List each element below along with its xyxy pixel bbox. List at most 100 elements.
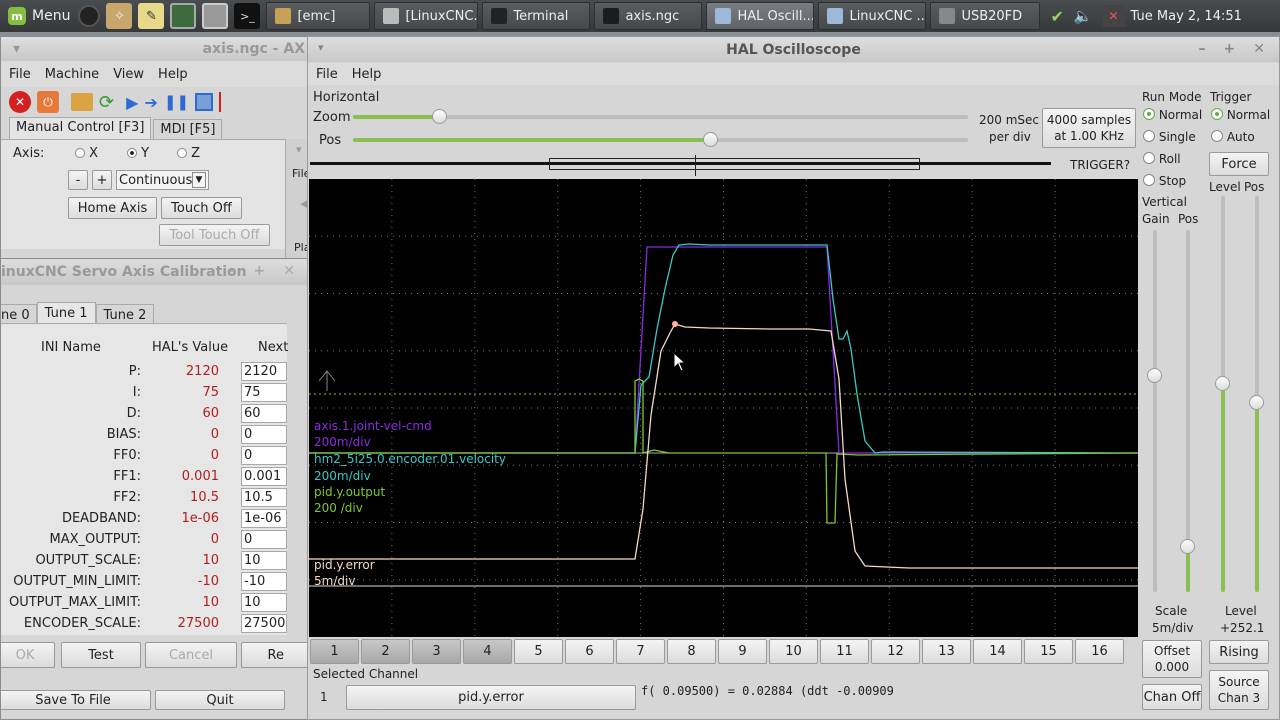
channel-button[interactable]: 14 [973,639,1022,664]
axis-menu-help[interactable]: Help [158,67,188,82]
next-value-input[interactable]: 75 [241,383,287,402]
horizontal-pos-slider[interactable] [353,132,968,147]
rising-button[interactable]: Rising [1209,640,1269,664]
home-axis-button[interactable]: Home Axis [68,197,157,219]
next-value-input[interactable]: 0.001 [241,467,287,486]
side-collapse-icon[interactable]: ▾ [296,143,302,156]
channel-button[interactable]: 4 [463,639,512,664]
scope-window-menu-icon[interactable]: ▾ [318,41,324,54]
next-value-input[interactable]: 0 [241,425,287,444]
zoom-slider-handle[interactable] [432,109,447,124]
tpos-slider-handle[interactable] [1249,395,1264,410]
trig-modes-option-normal[interactable]: Normal [1211,108,1270,122]
axis-window-menu-icon[interactable]: ▾ [13,41,20,57]
scope-display[interactable]: axis.1.joint-vel-cmd 200m/div hm2_5i25.0.e… [309,179,1138,637]
next-value-input[interactable]: 1e-06 [241,509,287,528]
calibration-titlebar[interactable]: inuxCNC Servo Axis Calibration – + ✕ [1,259,309,285]
touch-off-button[interactable]: Touch Off [161,197,242,219]
trig-modes-option-auto[interactable]: Auto [1211,130,1255,144]
ok-button[interactable]: OK [1,642,55,668]
open-file-icon[interactable] [71,93,93,111]
jog-minus-button[interactable]: - [68,170,88,190]
channel-button[interactable]: 6 [565,639,614,664]
tab-mdi[interactable]: MDI [F5] [153,119,223,139]
next-value-input[interactable]: 0 [241,446,287,465]
axis-titlebar[interactable]: ▾ axis.ngc - AX [1,37,309,61]
maximize-icon[interactable]: + [254,263,266,279]
clock[interactable]: Tue May 2, 14:51 [1131,9,1242,24]
pause-icon[interactable]: ❚❚ [164,93,189,111]
taskbar-task[interactable]: [LinuxCNC... [374,2,479,30]
scope-menu-file[interactable]: File [316,67,338,82]
next-value-input[interactable]: 10 [241,551,287,570]
axis-radio-x[interactable]: X [75,146,98,161]
jog-mode-select[interactable]: Continuous ▼ [116,170,209,190]
webcam-launcher-icon[interactable] [78,5,101,27]
taskbar-task[interactable]: [emc] [266,2,371,30]
channel-button[interactable]: 12 [871,639,920,664]
axis-menu-machine[interactable]: Machine [45,67,99,82]
trigger-level-slider[interactable] [1215,196,1230,592]
channel-button[interactable]: 11 [820,639,869,664]
gain-slider-handle[interactable] [1147,368,1162,383]
axis-menu-file[interactable]: File [9,67,31,82]
update-shield-icon[interactable]: ✔ [1050,7,1063,26]
scope-titlebar[interactable]: ▾ HAL Oscilloscope – + ✕ [308,37,1279,62]
vertical-pos-slider[interactable] [1180,230,1195,592]
channel-button[interactable]: 16 [1075,639,1124,664]
save-to-file-button[interactable]: Save To File [1,690,151,710]
axis-radio-z[interactable]: Z [177,146,200,161]
channel-button[interactable]: 15 [1024,639,1073,664]
channel-button[interactable]: 2 [361,639,410,664]
samples-button[interactable]: 4000 samples at 1.00 KHz [1042,108,1136,148]
text-editor-launcher-icon[interactable]: ✎ [138,3,165,29]
channel-button[interactable]: 10 [769,639,818,664]
step-icon[interactable]: ➔ [144,93,157,112]
zoom-slider[interactable] [353,109,968,124]
gimp-launcher-icon[interactable]: ✧ [106,3,133,29]
next-value-input[interactable]: 27500 [241,614,287,633]
test-button[interactable]: Test [61,642,141,668]
close-icon[interactable]: ✕ [283,263,295,279]
monitor-launcher-icon[interactable] [170,3,197,29]
next-value-input[interactable]: 10 [241,593,287,612]
quit-button[interactable]: Quit [155,690,285,710]
run-modes-option-roll[interactable]: Roll [1143,152,1181,166]
channel-button[interactable]: 3 [412,639,461,664]
minimize-icon[interactable]: – [229,263,236,279]
next-value-input[interactable]: 60 [241,404,287,423]
tab-tune-0[interactable]: ne 0 [1,304,37,325]
stop-icon[interactable] [194,93,213,111]
reload-icon[interactable]: ⟳ [99,92,114,113]
tab-manual-control[interactable]: Manual Control [F3] [9,117,152,139]
channel-button[interactable]: 7 [616,639,665,664]
tool-touch-off-button[interactable]: Tool Touch Off [159,224,270,246]
next-value-input[interactable]: -10 [241,572,287,591]
scope-menu-help[interactable]: Help [352,67,382,82]
next-value-input[interactable]: 2120 [241,362,287,381]
taskbar-task[interactable]: Terminal [482,2,591,30]
taskbar-task[interactable]: axis.ngc [594,2,703,30]
next-value-input[interactable]: 10.5 [241,488,287,507]
scope-close-icon[interactable]: ✕ [1253,41,1265,57]
channel-button[interactable]: 8 [667,639,716,664]
run-modes-option-single[interactable]: Single [1143,130,1196,144]
offset-button[interactable]: Offset 0.000 [1142,640,1202,678]
channel-button[interactable]: 1 [310,639,359,664]
estop-icon[interactable]: ✕ [9,91,31,113]
axis-radio-y[interactable]: Y [127,146,149,161]
taskbar-task[interactable]: LinuxCNC ... [818,2,927,30]
channel-button[interactable]: 5 [514,639,563,664]
jog-plus-button[interactable]: + [92,170,112,190]
axis-menu-view[interactable]: View [113,67,144,82]
channel-button[interactable]: 9 [718,639,767,664]
network-disconnected-icon[interactable]: ✕ [1102,5,1125,27]
trigger-pos-slider[interactable] [1249,196,1264,592]
run-modes-option-stop[interactable]: Stop [1143,174,1186,188]
channel-button[interactable]: 13 [922,639,971,664]
start-menu-button[interactable]: m Menu [0,0,78,32]
run-icon[interactable]: ▶ [126,93,138,112]
level-slider-handle[interactable] [1215,376,1230,391]
volume-icon[interactable]: 🔈 [1074,7,1093,25]
tab-tune-1[interactable]: Tune 1 [36,302,96,325]
